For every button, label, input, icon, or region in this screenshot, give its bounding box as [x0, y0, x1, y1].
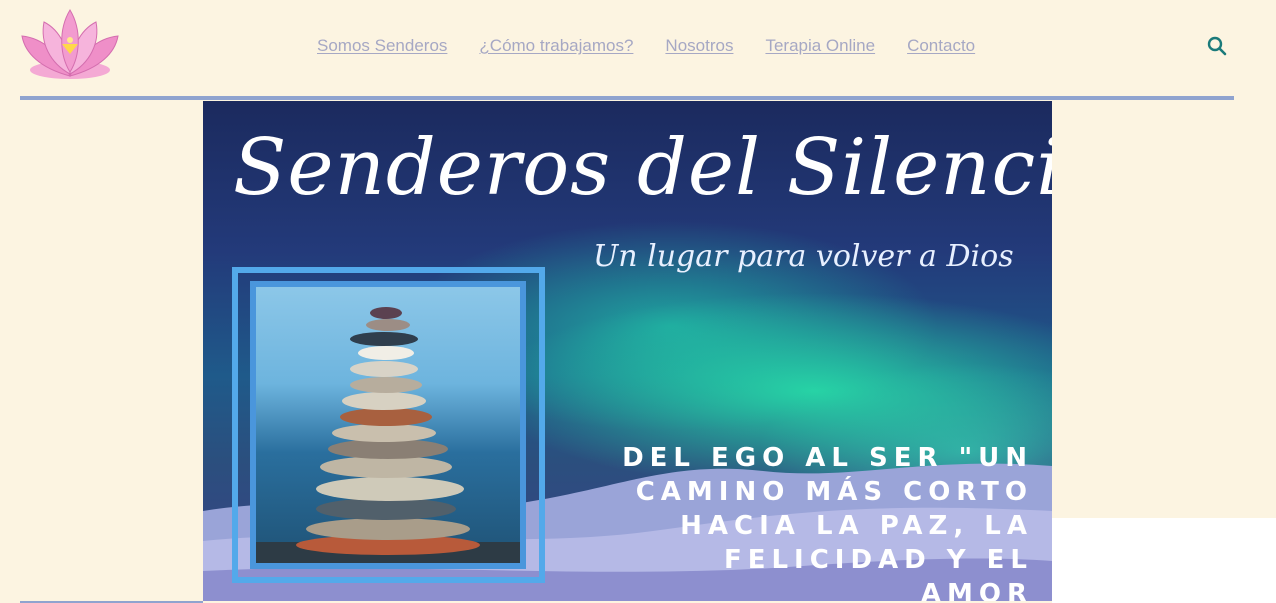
hero-title: Senderos del Silencio: [233, 123, 1052, 213]
tagline-line: FELICIDAD Y EL AMOR: [723, 545, 1033, 601]
hero-banner: Senderos del Silencio Un lugar para volv…: [203, 101, 1052, 601]
hero-subtitle: Un lugar para volver a Dios: [593, 239, 1014, 274]
main-nav: Somos Senderos ¿Cómo trabajamos? Nosotro…: [317, 36, 975, 56]
nav-terapia-online[interactable]: Terapia Online: [765, 36, 875, 56]
content-panel: [1052, 518, 1276, 603]
site-header: Somos Senderos ¿Cómo trabajamos? Nosotro…: [20, 0, 1234, 96]
nav-nosotros[interactable]: Nosotros: [665, 36, 733, 56]
stacked-stones-photo: [250, 281, 526, 569]
nav-somos-senderos[interactable]: Somos Senderos: [317, 36, 447, 56]
search-icon[interactable]: [1206, 35, 1228, 57]
tagline-line: HACIA LA PAZ, LA: [680, 511, 1033, 541]
lotus-flower-icon[interactable]: [20, 8, 120, 82]
nav-como-trabajamos[interactable]: ¿Cómo trabajamos?: [479, 36, 633, 56]
tagline-line: DEL EGO AL SER "UN: [622, 443, 1033, 473]
header-divider: [20, 96, 1234, 100]
page: Somos Senderos ¿Cómo trabajamos? Nosotro…: [0, 0, 1276, 603]
hero-tagline: DEL EGO AL SER "UN CAMINO MÁS CORTO HACI…: [613, 441, 1033, 601]
tagline-line: CAMINO MÁS CORTO: [635, 477, 1033, 507]
nav-contacto[interactable]: Contacto: [907, 36, 975, 56]
